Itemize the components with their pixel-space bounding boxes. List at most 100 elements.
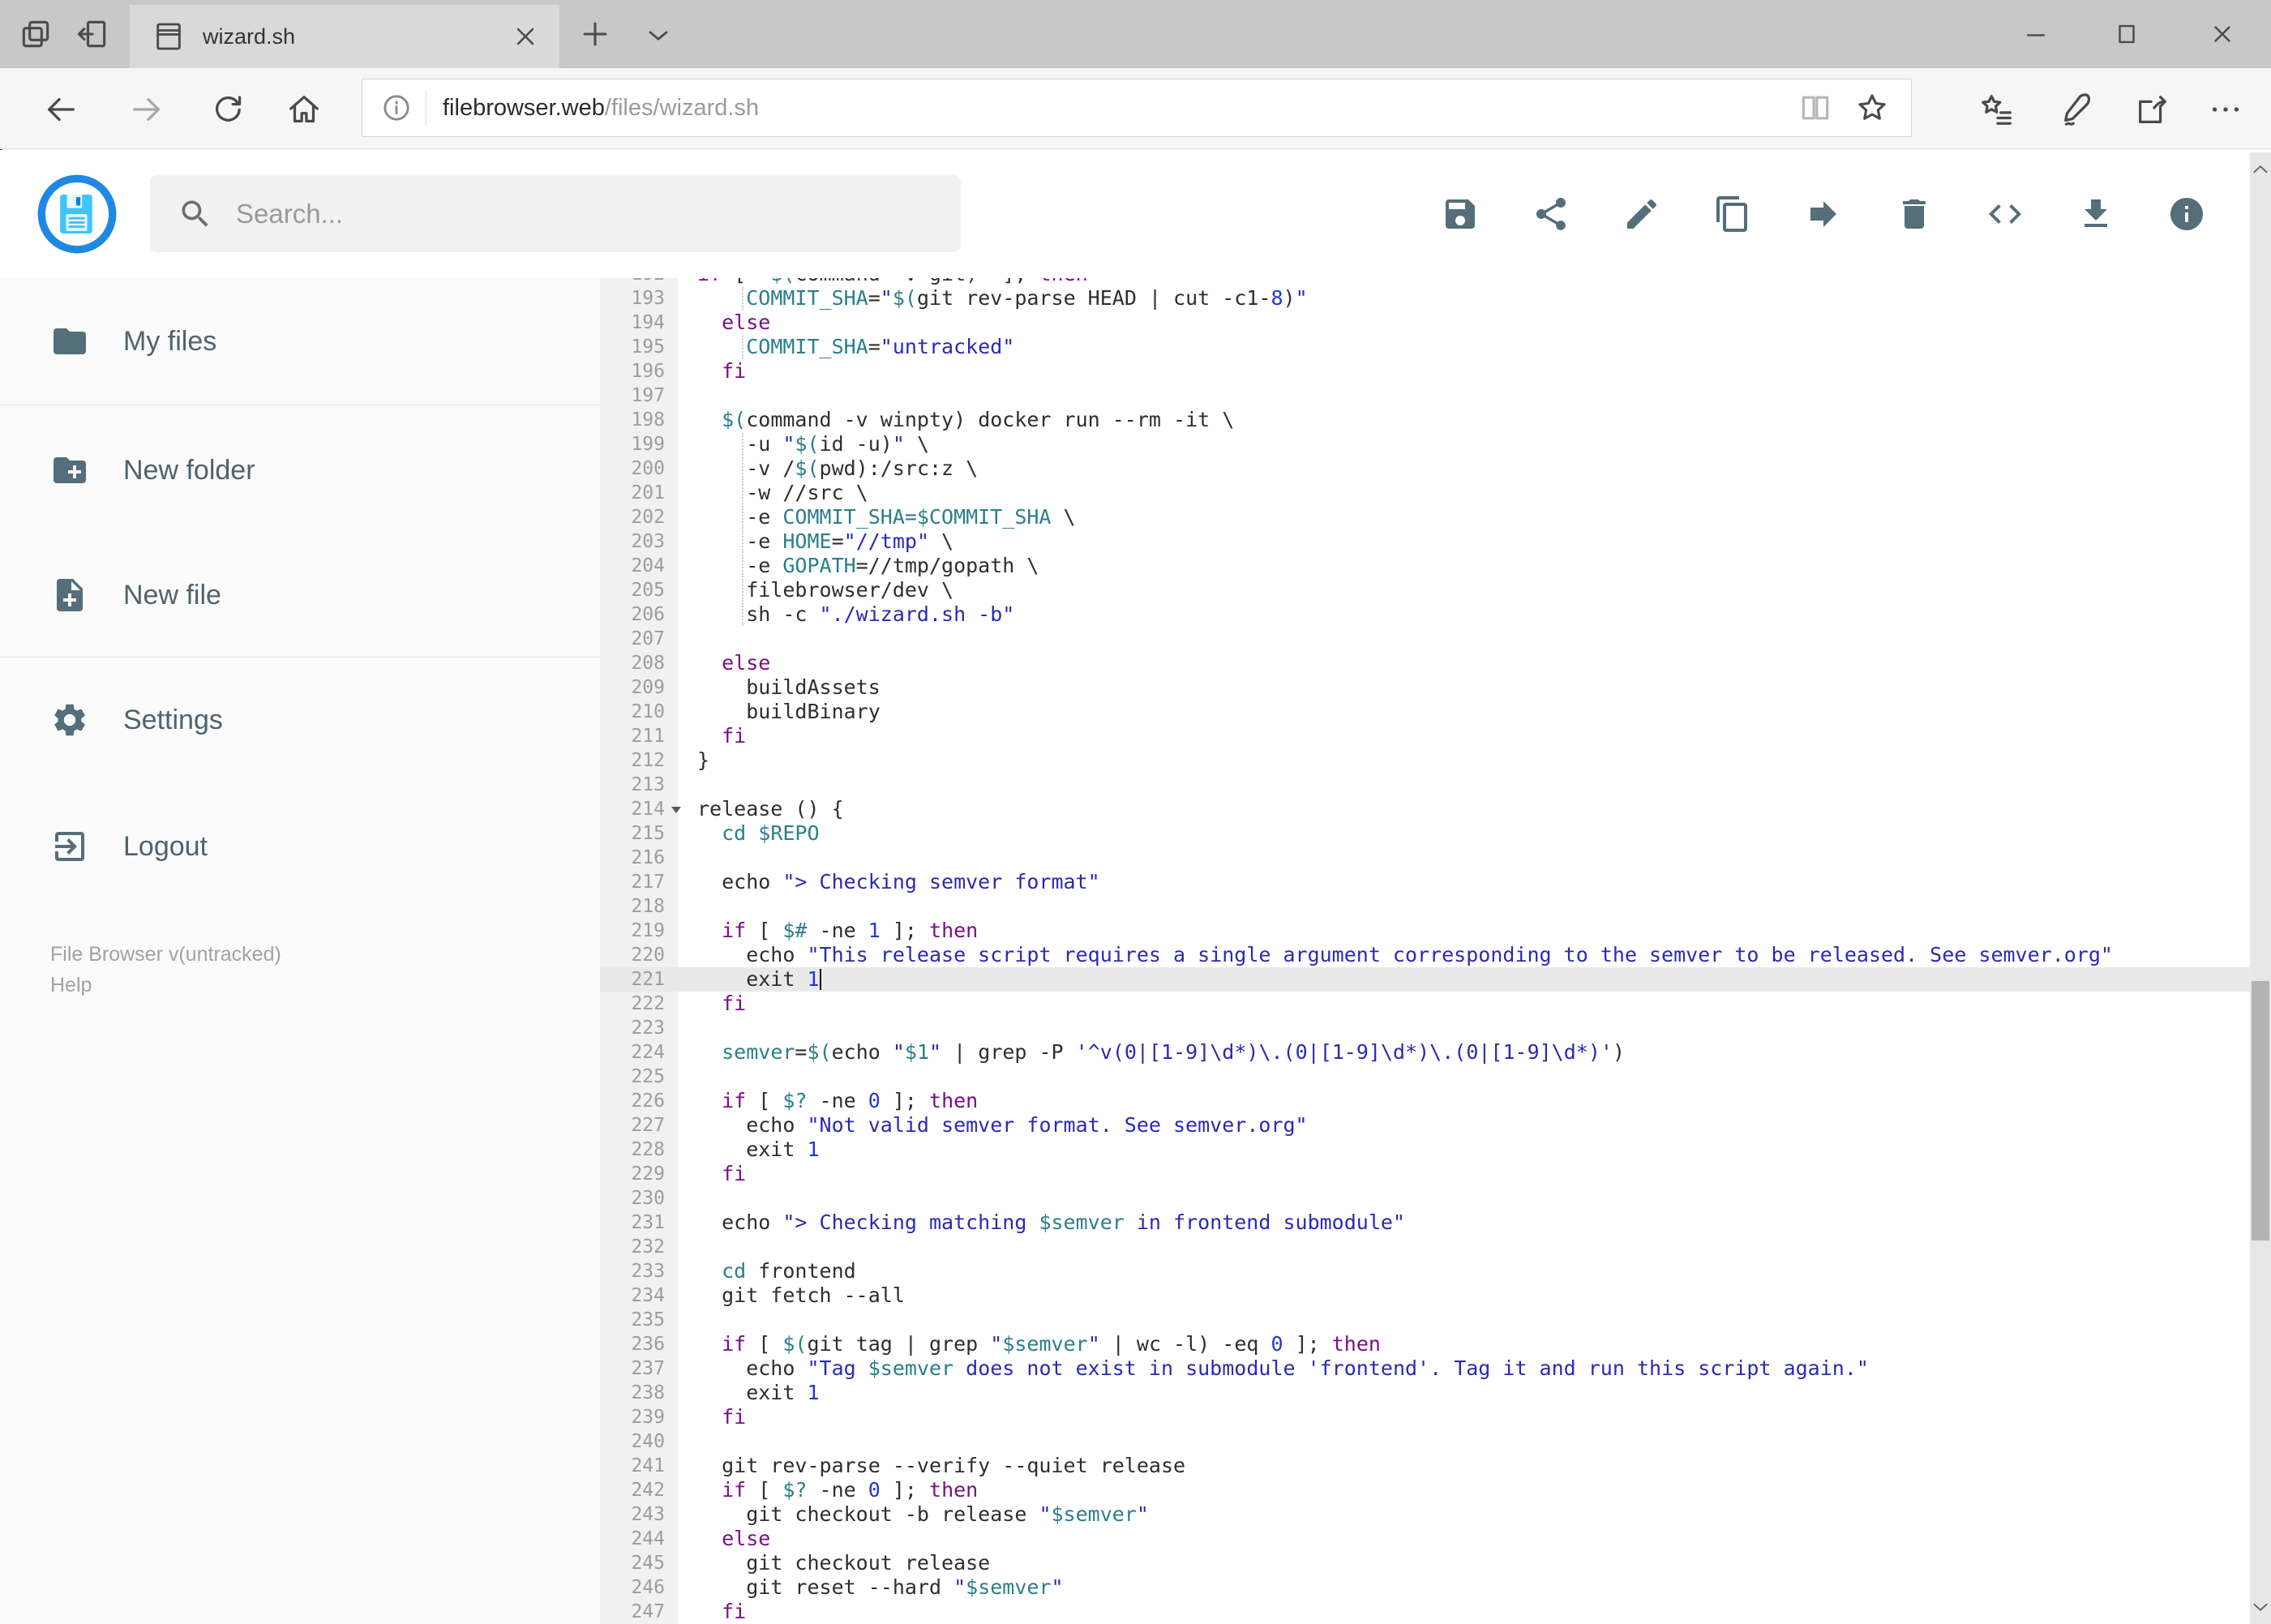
- line-number[interactable]: 196: [600, 359, 678, 384]
- line-number[interactable]: 234: [600, 1283, 678, 1308]
- code-line[interactable]: 244 else: [600, 1527, 2250, 1551]
- line-number[interactable]: 218: [600, 894, 678, 919]
- url-bar[interactable]: filebrowser.web/files/wizard.sh: [362, 79, 1912, 137]
- code-line[interactable]: 209 buildAssets: [600, 675, 2250, 700]
- code-line[interactable]: 208 else: [600, 651, 2250, 675]
- code-line[interactable]: 232: [600, 1235, 2250, 1259]
- edit-icon[interactable]: [1622, 195, 1661, 234]
- code-line[interactable]: 205 filebrowser/dev \: [600, 578, 2250, 602]
- sidebar-item-new-folder[interactable]: New folder: [0, 434, 600, 507]
- code-line[interactable]: 241 git rev-parse --verify --quiet relea…: [600, 1454, 2250, 1478]
- line-number[interactable]: 237: [600, 1356, 678, 1381]
- line-number[interactable]: 243: [600, 1502, 678, 1527]
- code-line[interactable]: 226 if [ $? -ne 0 ]; then: [600, 1089, 2250, 1113]
- code-line[interactable]: 204 -e GOPATH=//tmp/gopath \: [600, 554, 2250, 578]
- code-line[interactable]: 217 echo "> Checking semver format": [600, 870, 2250, 894]
- code-line[interactable]: 201 -w //src \: [600, 481, 2250, 505]
- sidebar-item-my-files[interactable]: My files: [0, 305, 600, 378]
- line-number[interactable]: 236: [600, 1332, 678, 1356]
- new-tab-icon[interactable]: [577, 16, 613, 52]
- line-number[interactable]: 231: [600, 1211, 678, 1235]
- scrollbar-thumb[interactable]: [2252, 981, 2269, 1240]
- delete-icon[interactable]: [1895, 195, 1934, 234]
- line-number[interactable]: 245: [600, 1551, 678, 1575]
- sidebar-item-new-file[interactable]: New file: [0, 559, 600, 632]
- line-number[interactable]: 242: [600, 1478, 678, 1502]
- line-number[interactable]: 244: [600, 1527, 678, 1551]
- line-number[interactable]: 192: [600, 278, 678, 286]
- line-number[interactable]: 195: [600, 335, 678, 359]
- line-number[interactable]: 217: [600, 870, 678, 894]
- scroll-down-icon[interactable]: [2250, 1596, 2271, 1618]
- download-icon[interactable]: [2076, 195, 2115, 234]
- browser-tab[interactable]: wizard.sh: [130, 5, 559, 68]
- code-line[interactable]: 197: [600, 384, 2250, 408]
- line-number[interactable]: 204: [600, 554, 678, 578]
- line-number[interactable]: 238: [600, 1381, 678, 1405]
- line-number[interactable]: 221: [600, 967, 678, 992]
- close-icon[interactable]: [2196, 15, 2248, 54]
- maximize-icon[interactable]: [2101, 15, 2153, 54]
- code-line[interactable]: 235: [600, 1308, 2250, 1332]
- code-line[interactable]: 218: [600, 894, 2250, 919]
- web-note-pen-icon[interactable]: [2058, 91, 2095, 128]
- code-line[interactable]: 207: [600, 627, 2250, 651]
- code-line[interactable]: 225: [600, 1065, 2250, 1089]
- line-number[interactable]: 205: [600, 578, 678, 602]
- save-icon[interactable]: [1441, 195, 1480, 234]
- code-line[interactable]: 221 exit 1: [600, 967, 2250, 992]
- line-number[interactable]: 233: [600, 1259, 678, 1283]
- favorite-star-icon[interactable]: [1854, 90, 1890, 126]
- line-number[interactable]: 220: [600, 943, 678, 967]
- info-icon[interactable]: [2167, 195, 2206, 234]
- more-ellipsis-icon[interactable]: [2207, 91, 2244, 128]
- line-number[interactable]: 210: [600, 700, 678, 724]
- code-line[interactable]: 243 git checkout -b release "$semver": [600, 1502, 2250, 1527]
- back-icon[interactable]: [42, 91, 79, 128]
- line-number[interactable]: 232: [600, 1235, 678, 1259]
- code-line[interactable]: 231 echo "> Checking matching $semver in…: [600, 1211, 2250, 1235]
- code-line[interactable]: 238 exit 1: [600, 1381, 2250, 1405]
- line-number[interactable]: 222: [600, 992, 678, 1016]
- code-line[interactable]: 202 -e COMMIT_SHA=$COMMIT_SHA \: [600, 505, 2250, 529]
- code-line[interactable]: 228 exit 1: [600, 1138, 2250, 1162]
- line-number[interactable]: 219: [600, 919, 678, 943]
- set-tabs-aside-icon[interactable]: [75, 16, 110, 52]
- filebrowser-logo[interactable]: [36, 174, 118, 255]
- code-line[interactable]: 198 $(command -v winpty) docker run --rm…: [600, 408, 2250, 432]
- code-line[interactable]: 213: [600, 773, 2250, 797]
- code-icon[interactable]: [1986, 195, 2025, 234]
- code-line[interactable]: 216: [600, 846, 2250, 870]
- line-number[interactable]: 202: [600, 505, 678, 529]
- code-line[interactable]: 206 sh -c "./wizard.sh -b": [600, 602, 2250, 627]
- code-line[interactable]: 233 cd frontend: [600, 1259, 2250, 1283]
- line-number[interactable]: 227: [600, 1113, 678, 1138]
- line-number[interactable]: 206: [600, 602, 678, 627]
- line-number[interactable]: 199: [600, 432, 678, 456]
- code-line[interactable]: 196 fi: [600, 359, 2250, 384]
- code-line[interactable]: 212}: [600, 748, 2250, 773]
- code-line[interactable]: 223: [600, 1016, 2250, 1040]
- code-line[interactable]: 236 if [ $(git tag | grep "$semver" | wc…: [600, 1332, 2250, 1356]
- line-number[interactable]: 201: [600, 481, 678, 505]
- code-line[interactable]: 245 git checkout release: [600, 1551, 2250, 1575]
- code-line[interactable]: 229 fi: [600, 1162, 2250, 1186]
- share-icon[interactable]: [1532, 195, 1570, 234]
- line-number[interactable]: 226: [600, 1089, 678, 1113]
- code-line[interactable]: 203 -e HOME="//tmp" \: [600, 529, 2250, 554]
- line-number[interactable]: 228: [600, 1138, 678, 1162]
- sidebar-item-logout[interactable]: Logout: [0, 810, 600, 883]
- line-number[interactable]: 211: [600, 724, 678, 748]
- move-icon[interactable]: [1804, 195, 1843, 234]
- code-line[interactable]: 195 COMMIT_SHA="untracked": [600, 335, 2250, 359]
- line-number[interactable]: 209: [600, 675, 678, 700]
- sidebar-item-settings[interactable]: Settings: [0, 683, 600, 756]
- line-number[interactable]: 193: [600, 286, 678, 311]
- home-icon[interactable]: [285, 91, 323, 128]
- site-info-icon[interactable]: [380, 92, 413, 124]
- code-line[interactable]: 247 fi: [600, 1600, 2250, 1624]
- line-number[interactable]: 200: [600, 456, 678, 481]
- line-number[interactable]: 225: [600, 1065, 678, 1089]
- code-line[interactable]: 227 echo "Not valid semver format. See s…: [600, 1113, 2250, 1138]
- code-line[interactable]: 214 release () {: [600, 797, 2250, 821]
